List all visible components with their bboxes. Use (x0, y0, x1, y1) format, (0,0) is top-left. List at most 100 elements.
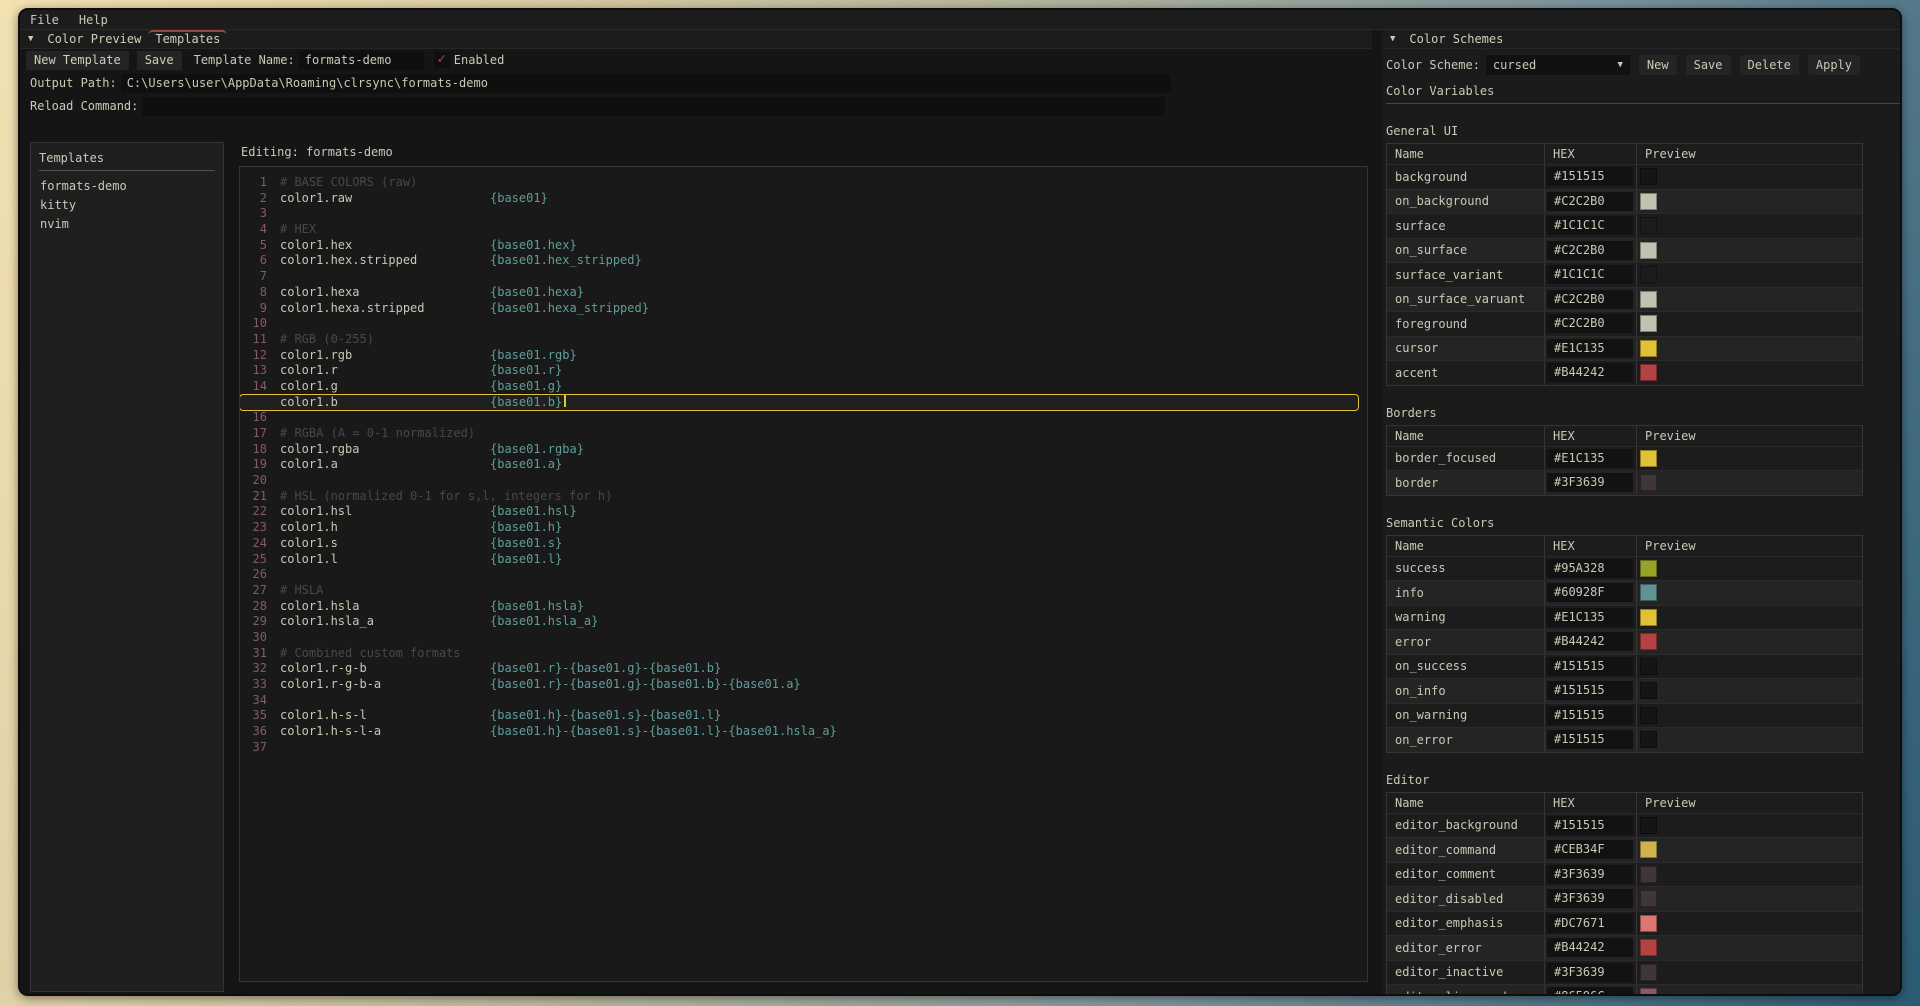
color-swatch[interactable] (1640, 890, 1657, 907)
template-line[interactable]: 24color1.s{base01.s} (240, 536, 1363, 552)
template-line[interactable]: 28color1.hsla{base01.hsla} (240, 599, 1363, 615)
template-line[interactable]: 26 (240, 567, 1363, 583)
color-swatch[interactable] (1640, 964, 1657, 981)
template-line[interactable]: 12color1.rgb{base01.rgb} (240, 348, 1363, 364)
hex-input[interactable]: #B44242 (1547, 363, 1633, 382)
template-line[interactable]: 34 (240, 693, 1363, 709)
hex-input[interactable]: #C2C2B0 (1547, 192, 1633, 211)
template-line[interactable]: 25color1.l{base01.l} (240, 552, 1363, 568)
color-swatch[interactable] (1640, 584, 1657, 601)
hex-input[interactable]: #95A328 (1547, 559, 1633, 578)
reload-command-input[interactable] (142, 97, 1165, 116)
template-line[interactable]: 2color1.raw{base01} (240, 191, 1363, 207)
tab-color-schemes[interactable]: Color Schemes (1402, 30, 1510, 49)
template-line[interactable]: 21# HSL (normalized 0-1 for s,l, integer… (240, 489, 1363, 505)
color-swatch[interactable] (1640, 193, 1657, 210)
tab-templates[interactable]: Templates (148, 30, 227, 49)
enabled-checkbox[interactable]: ✓ (434, 52, 450, 68)
color-swatch[interactable] (1640, 450, 1657, 467)
hex-input[interactable]: #B44242 (1547, 632, 1633, 651)
template-line[interactable]: 4# HEX (240, 222, 1363, 238)
template-line[interactable]: 9color1.hexa.stripped{base01.hexa_stripp… (240, 301, 1363, 317)
hex-input[interactable]: #C2C2B0 (1547, 290, 1633, 309)
template-line[interactable]: 33color1.r-g-b-a{base01.r}-{base01.g}-{b… (240, 677, 1363, 693)
template-line[interactable]: 37 (240, 740, 1363, 756)
new-scheme-button[interactable]: New (1639, 55, 1677, 75)
tab-color-preview[interactable]: Color Preview (40, 30, 148, 49)
template-line[interactable]: 13color1.r{base01.r} (240, 363, 1363, 379)
template-line[interactable]: 30 (240, 630, 1363, 646)
color-swatch[interactable] (1640, 658, 1657, 675)
menu-help[interactable]: Help (79, 10, 118, 30)
hex-input[interactable]: #CEB34F (1547, 840, 1633, 859)
color-swatch[interactable] (1640, 731, 1657, 748)
template-editor[interactable]: 1# BASE COLORS (raw)2color1.raw{base01}3… (239, 166, 1368, 982)
color-swatch[interactable] (1640, 266, 1657, 283)
color-swatch[interactable] (1640, 340, 1657, 357)
hex-input[interactable]: #151515 (1547, 816, 1633, 835)
new-template-button[interactable]: New Template (26, 51, 129, 70)
hex-input[interactable]: #C2C2B0 (1547, 241, 1633, 260)
template-name-input[interactable]: formats-demo (299, 51, 424, 70)
color-swatch[interactable] (1640, 560, 1657, 577)
color-swatch[interactable] (1640, 291, 1657, 308)
hex-input[interactable]: #151515 (1547, 706, 1633, 725)
template-list-item[interactable]: kitty (39, 196, 215, 215)
hex-input[interactable]: #DC7671 (1547, 914, 1633, 933)
hex-input[interactable]: #E1C135 (1547, 608, 1633, 627)
color-swatch[interactable] (1640, 633, 1657, 650)
menu-file[interactable]: File (30, 10, 69, 30)
template-line[interactable]: 7 (240, 269, 1363, 285)
color-swatch[interactable] (1640, 168, 1657, 185)
template-line[interactable]: 31# Combined custom formats (240, 646, 1363, 662)
template-line[interactable]: 23color1.h{base01.h} (240, 520, 1363, 536)
hex-input[interactable]: #B44242 (1547, 938, 1633, 957)
hex-input[interactable]: #3F3639 (1547, 865, 1633, 884)
template-line[interactable]: 29color1.hsla_a{base01.hsla_a} (240, 614, 1363, 630)
color-swatch[interactable] (1640, 474, 1657, 491)
template-line[interactable]: 5color1.hex{base01.hex} (240, 238, 1363, 254)
template-line[interactable]: 32color1.r-g-b{base01.r}-{base01.g}-{bas… (240, 661, 1363, 677)
hex-input[interactable]: #1C1C1C (1547, 216, 1633, 235)
template-list-item[interactable]: nvim (39, 215, 215, 234)
color-swatch[interactable] (1640, 315, 1657, 332)
color-swatch[interactable] (1640, 939, 1657, 956)
hex-input[interactable]: #3F3639 (1547, 963, 1633, 982)
hex-input[interactable]: #C2C2B0 (1547, 314, 1633, 333)
color-swatch[interactable] (1640, 915, 1657, 932)
hex-input[interactable]: #86596C (1547, 987, 1633, 994)
template-line[interactable]: 18color1.rgba{base01.rgba} (240, 442, 1363, 458)
hex-input[interactable]: #151515 (1547, 167, 1633, 186)
color-swatch[interactable] (1640, 609, 1657, 626)
hex-input[interactable]: #E1C135 (1547, 449, 1633, 468)
collapse-arrow-icon[interactable]: ▼ (1390, 34, 1395, 44)
template-line[interactable]: 17# RGBA (A = 0-1 normalized) (240, 426, 1363, 442)
hex-input[interactable]: #1C1C1C (1547, 265, 1633, 284)
template-line[interactable]: 19color1.a{base01.a} (240, 457, 1363, 473)
color-swatch[interactable] (1640, 217, 1657, 234)
template-line[interactable]: 10 (240, 316, 1363, 332)
color-swatch[interactable] (1640, 988, 1657, 994)
template-line[interactable]: 11# RGB (0-255) (240, 332, 1363, 348)
save-template-button[interactable]: Save (137, 51, 182, 70)
color-swatch[interactable] (1640, 364, 1657, 381)
template-line[interactable]: 3 (240, 206, 1363, 222)
hex-input[interactable]: #60928F (1547, 583, 1633, 602)
template-line[interactable]: 27# HSLA (240, 583, 1363, 599)
color-swatch[interactable] (1640, 707, 1657, 724)
delete-scheme-button[interactable]: Delete (1740, 55, 1799, 75)
template-line[interactable]: 6color1.hex.stripped{base01.hex_stripped… (240, 253, 1363, 269)
template-line[interactable]: 8color1.hexa{base01.hexa} (240, 285, 1363, 301)
color-swatch[interactable] (1640, 682, 1657, 699)
template-line[interactable]: 16 (240, 410, 1363, 426)
template-line[interactable]: 14color1.g{base01.g} (240, 379, 1363, 395)
color-scheme-dropdown[interactable]: cursed ▼ (1486, 55, 1630, 75)
template-list-item[interactable]: formats-demo (39, 177, 215, 196)
apply-scheme-button[interactable]: Apply (1808, 55, 1860, 75)
collapse-arrow-icon[interactable]: ▼ (28, 34, 33, 44)
template-line[interactable]: 35color1.h-s-l{base01.h}-{base01.s}-{bas… (240, 708, 1363, 724)
hex-input[interactable]: #3F3639 (1547, 889, 1633, 908)
hex-input[interactable]: #3F3639 (1547, 473, 1633, 492)
color-swatch[interactable] (1640, 866, 1657, 883)
color-swatch[interactable] (1640, 242, 1657, 259)
